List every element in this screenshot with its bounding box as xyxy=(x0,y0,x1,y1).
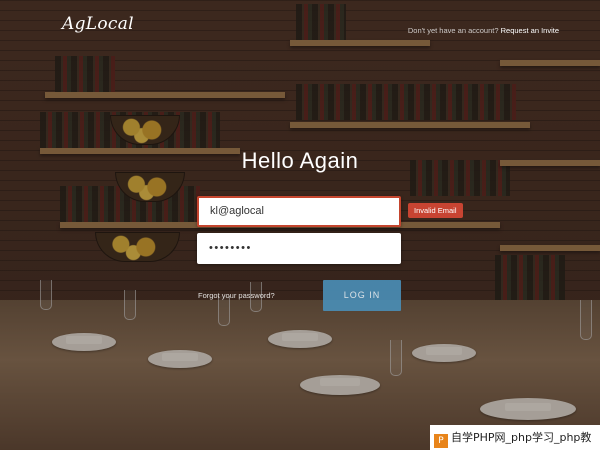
watermark-text: 自学PHP网_php学习_php教 xyxy=(451,431,592,444)
email-error-badge: Invalid Email xyxy=(408,203,463,218)
forgot-password-link[interactable]: Forgot your password? xyxy=(198,291,275,300)
watermark: P 自学PHP网_php学习_php教 xyxy=(430,425,600,450)
signup-prompt-text: Don't yet have an account? xyxy=(407,26,499,35)
email-field[interactable]: kl@aglocal xyxy=(197,196,401,227)
password-field[interactable]: •••••••• xyxy=(197,233,401,264)
login-button[interactable]: LOG IN xyxy=(323,280,401,311)
signup-prompt: Don't yet have an account? Request an In… xyxy=(408,26,559,35)
request-invite-link[interactable]: Request an Invite xyxy=(501,26,559,35)
watermark-logo-icon: P xyxy=(434,434,448,448)
aglocal-logo[interactable]: AgLocal xyxy=(62,14,134,34)
page-title: Hello Again xyxy=(241,148,359,173)
